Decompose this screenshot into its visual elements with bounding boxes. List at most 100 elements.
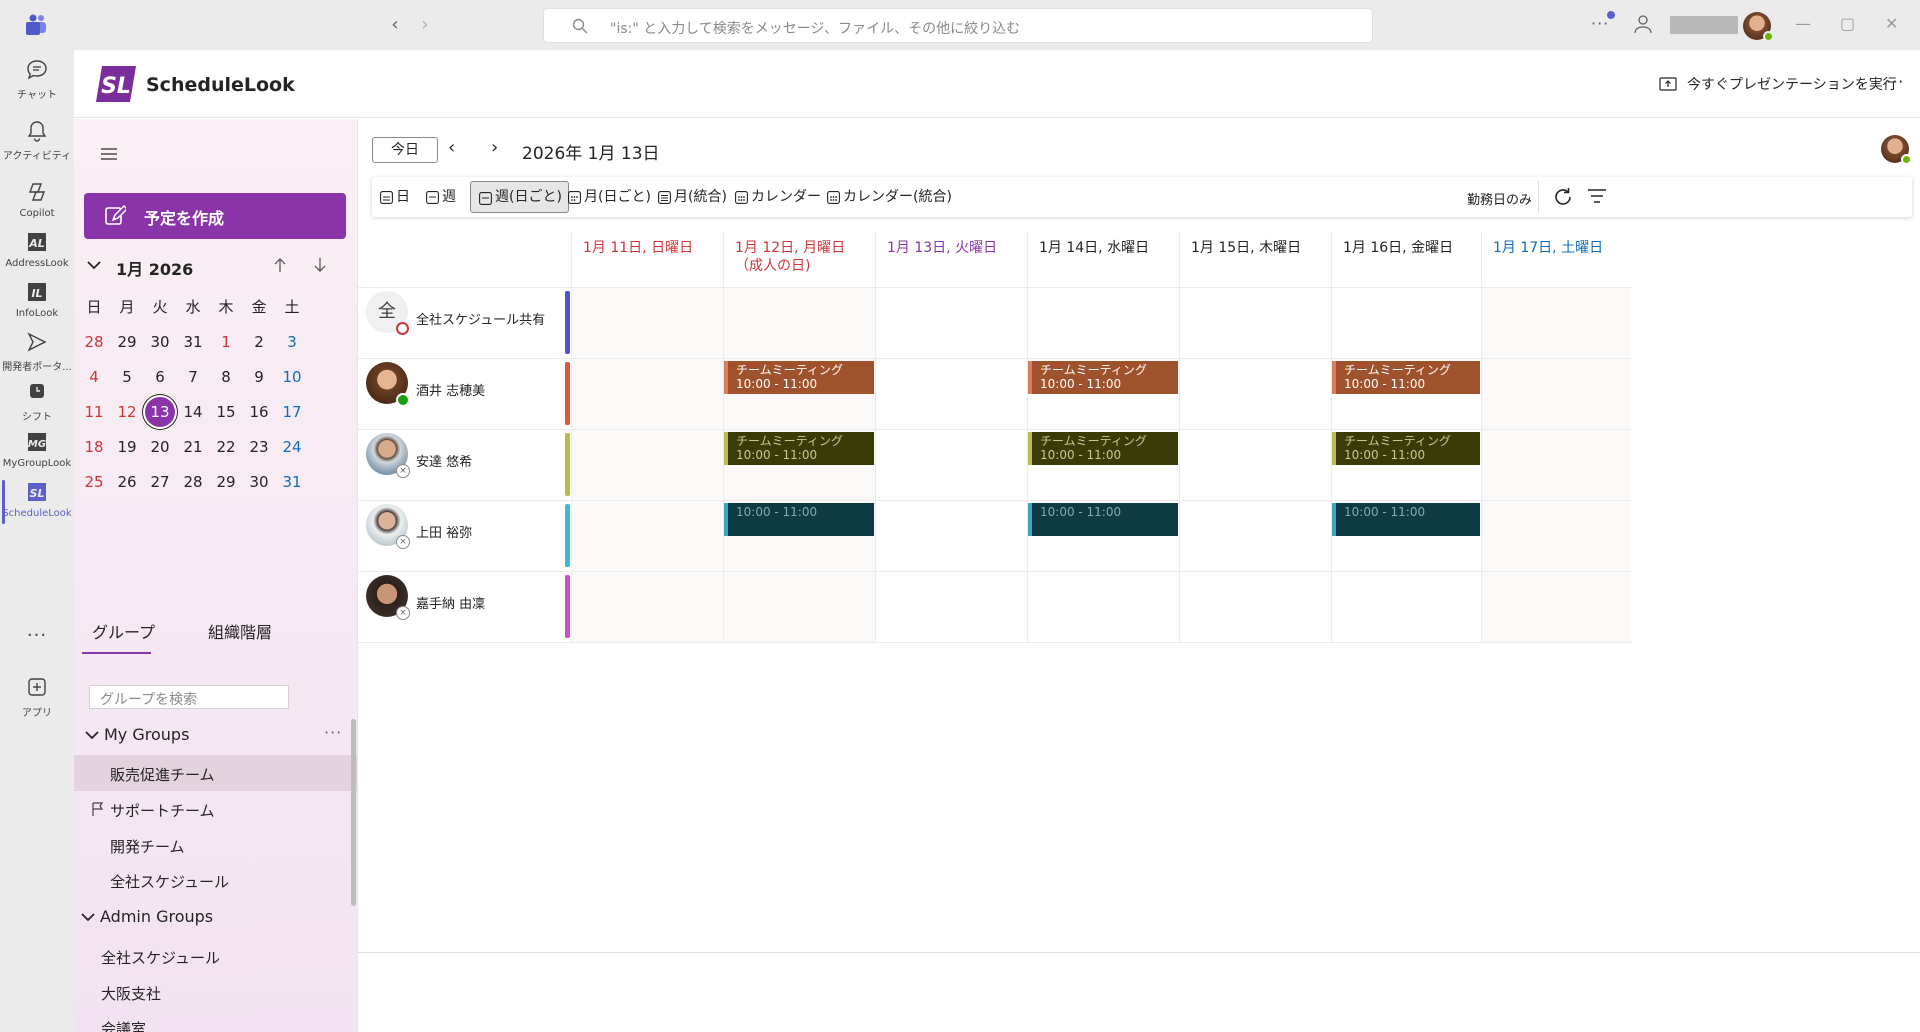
calendar-day[interactable]: 10 bbox=[272, 362, 312, 392]
schedule-main: 今日 ‹ › 2026年 1月 13日 日 週 週(日ごと) 月(日ごと) 月(… bbox=[357, 119, 1920, 1032]
toolbar-divider bbox=[1538, 181, 1539, 213]
schedulelook-app: SL ScheduleLook 今すぐプレゼンテーションを実行 ··· 予定を作… bbox=[74, 50, 1920, 1032]
admin-group-company-schedule[interactable]: 全社スケジュール bbox=[74, 938, 357, 974]
day-header-fri[interactable]: 1月 16日, 金曜日 bbox=[1331, 231, 1481, 287]
my-groups-header[interactable]: My Groups ··· bbox=[74, 717, 357, 753]
today-marker: 13 bbox=[145, 397, 175, 427]
maximize-button[interactable]: ▢ bbox=[1840, 14, 1855, 33]
rail-item-apps[interactable]: アプリ bbox=[0, 668, 74, 728]
forward-arrow-icon[interactable]: › bbox=[415, 14, 435, 35]
current-user-avatar[interactable] bbox=[1881, 135, 1912, 165]
app-rail: チャット アクティビティ Copilot AL AddressLook IL I… bbox=[0, 50, 74, 1032]
day-header-mon[interactable]: 1月 12日, 月曜日 （成人の日) bbox=[723, 231, 875, 287]
person-row-sakai[interactable]: 酒井 志穂美 bbox=[358, 358, 571, 429]
weekday-label: 土 bbox=[284, 298, 300, 316]
rail-item-label: InfoLook bbox=[15, 308, 59, 319]
global-search-input[interactable]: "is:" と入力して検索をメッセージ、ファイル、その他に絞り込む bbox=[543, 8, 1373, 43]
event-time: 10:00 - 11:00 bbox=[1040, 505, 1122, 519]
event-team-meeting[interactable]: チームミーティング 10:00 - 11:00 bbox=[1332, 432, 1480, 465]
rail-item-label: ScheduleLook bbox=[2, 508, 72, 519]
view-calendar-button[interactable]: カレンダー bbox=[727, 181, 827, 213]
person-row-ueda[interactable]: × 上田 裕弥 bbox=[358, 500, 571, 571]
event-title: チームミーティング bbox=[1344, 434, 1451, 448]
addresslook-icon: AL bbox=[28, 233, 46, 251]
day-header-wed[interactable]: 1月 14日, 水曜日 bbox=[1027, 231, 1179, 287]
event-title: チームミーティング bbox=[1040, 434, 1147, 448]
view-month-combined-button[interactable]: 月(統合) bbox=[650, 181, 733, 213]
mygrouplook-icon: MG bbox=[28, 433, 46, 451]
hamburger-menu-icon[interactable] bbox=[100, 147, 118, 161]
person-row-adachi[interactable]: × 安達 悠希 bbox=[358, 429, 571, 500]
close-button[interactable]: ✕ bbox=[1885, 14, 1898, 33]
rail-item-schedulelook[interactable]: SL ScheduleLook bbox=[0, 472, 74, 532]
filter-icon[interactable] bbox=[1587, 188, 1607, 204]
group-item-development[interactable]: 開発チーム bbox=[74, 827, 357, 863]
event-busy[interactable]: 10:00 - 11:00 bbox=[1028, 503, 1178, 536]
event-team-meeting[interactable]: チームミーティング 10:00 - 11:00 bbox=[1028, 432, 1178, 465]
person-color-bar bbox=[565, 504, 570, 567]
event-title: チームミーティング bbox=[736, 363, 843, 377]
admin-groups-header[interactable]: Admin Groups bbox=[74, 899, 357, 935]
event-busy[interactable]: 10:00 - 11:00 bbox=[1332, 503, 1480, 536]
admin-group-meeting-room[interactable]: 会議室 bbox=[74, 1009, 357, 1032]
more-apps-icon[interactable]: ··· bbox=[0, 625, 74, 646]
person-row-kadena[interactable]: × 嘉手納 由凜 bbox=[358, 571, 571, 642]
workdays-only-toggle[interactable]: 勤務日のみ bbox=[1467, 189, 1532, 208]
next-week-button[interactable]: › bbox=[491, 137, 498, 158]
week-row: 4 5 6 7 8 9 10 bbox=[74, 362, 357, 397]
refresh-icon[interactable] bbox=[1552, 186, 1574, 208]
day-header-tue[interactable]: 1月 13日, 火曜日 bbox=[875, 231, 1027, 287]
calendar-day[interactable]: 3 bbox=[272, 327, 312, 357]
chevron-down-icon[interactable] bbox=[86, 257, 102, 273]
day-header-sat[interactable]: 1月 17日, 土曜日 bbox=[1481, 231, 1631, 287]
calendar-grid-icon bbox=[827, 191, 840, 204]
view-label: 月(日ごと) bbox=[584, 189, 651, 205]
rail-item-label: Copilot bbox=[19, 208, 55, 219]
event-time: 10:00 - 11:00 bbox=[736, 377, 818, 391]
back-arrow-icon[interactable]: ‹ bbox=[385, 14, 405, 35]
header-more-icon[interactable]: ··· bbox=[1886, 72, 1904, 91]
event-busy[interactable]: 10:00 - 11:00 bbox=[724, 503, 874, 536]
person-row-company-shared[interactable]: 全 全社スケジュール共有 bbox=[358, 287, 571, 358]
tab-org-hierarchy[interactable]: 組織階層 bbox=[208, 619, 272, 643]
event-team-meeting[interactable]: チームミーティング 10:00 - 11:00 bbox=[1028, 361, 1178, 394]
calendar-day[interactable]: 17 bbox=[272, 397, 312, 427]
event-team-meeting[interactable]: チームミーティング 10:00 - 11:00 bbox=[1332, 361, 1480, 394]
create-event-button[interactable]: 予定を作成 bbox=[84, 193, 346, 239]
rail-item-activity[interactable]: アクティビティ bbox=[0, 111, 74, 171]
day-header-sun[interactable]: 1月 11日, 日曜日 bbox=[571, 231, 723, 287]
schedulelook-logo-icon: SL bbox=[96, 66, 136, 102]
teams-logo-icon[interactable] bbox=[24, 14, 48, 36]
present-now-button[interactable]: 今すぐプレゼンテーションを実行 bbox=[1659, 74, 1897, 94]
view-month-by-day-button[interactable]: 月(日ごと) bbox=[560, 181, 657, 213]
sidebar-scrollbar[interactable] bbox=[351, 719, 356, 906]
view-week-by-day-button[interactable]: 週(日ごと) bbox=[470, 181, 569, 213]
people-icon[interactable] bbox=[1633, 14, 1653, 34]
view-week-button[interactable]: 週 bbox=[418, 181, 462, 213]
group-item-company-schedule[interactable]: 全社スケジュール bbox=[74, 862, 357, 898]
view-day-button[interactable]: 日 bbox=[372, 181, 416, 213]
event-team-meeting[interactable]: チームミーティング 10:00 - 11:00 bbox=[724, 361, 874, 394]
group-item-sales-promotion[interactable]: 販売促進チーム bbox=[74, 755, 357, 791]
group-search-input[interactable]: グループを検索 bbox=[89, 685, 289, 709]
minimize-button[interactable]: — bbox=[1795, 14, 1811, 33]
event-team-meeting[interactable]: チームミーティング 10:00 - 11:00 bbox=[724, 432, 874, 465]
chat-icon bbox=[27, 60, 47, 80]
arrow-down-icon[interactable] bbox=[312, 256, 328, 274]
tab-groups[interactable]: グループ bbox=[92, 619, 155, 643]
calendar-week-icon bbox=[426, 191, 439, 204]
prev-week-button[interactable]: ‹ bbox=[448, 137, 455, 158]
user-avatar[interactable] bbox=[1743, 12, 1774, 42]
day-header-thu[interactable]: 1月 15日, 木曜日 bbox=[1179, 231, 1331, 287]
admin-group-osaka-branch[interactable]: 大阪支社 bbox=[74, 974, 357, 1010]
group-item-support[interactable]: サポートチーム bbox=[74, 791, 357, 827]
week-row: 11 12 13 14 15 16 17 bbox=[74, 397, 357, 432]
my-groups-more-icon[interactable]: ··· bbox=[324, 723, 342, 742]
user-name-redacted bbox=[1670, 16, 1738, 34]
rail-item-chat[interactable]: チャット bbox=[0, 50, 74, 110]
view-calendar-combined-button[interactable]: カレンダー(統合) bbox=[819, 181, 958, 213]
today-button[interactable]: 今日 bbox=[372, 137, 438, 163]
calendar-day[interactable]: 31 bbox=[272, 467, 312, 497]
calendar-day[interactable]: 24 bbox=[272, 432, 312, 462]
arrow-up-icon[interactable] bbox=[272, 256, 288, 274]
